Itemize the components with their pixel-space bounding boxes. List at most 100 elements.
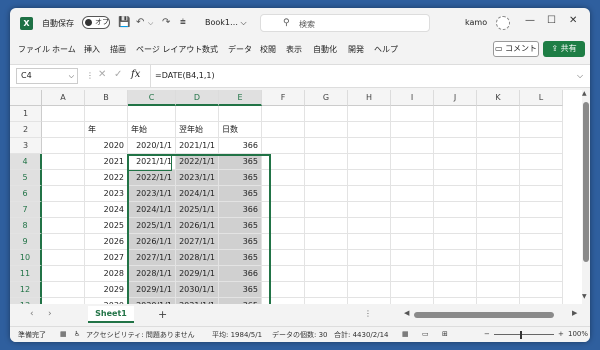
cell-j9[interactable]	[434, 234, 477, 250]
share-button[interactable]: ⇪ 共有	[543, 41, 585, 57]
cell-l9[interactable]	[520, 234, 563, 250]
row-header-2[interactable]: 2	[10, 122, 42, 138]
cell-i12[interactable]	[391, 282, 434, 298]
cell-h10[interactable]	[348, 250, 391, 266]
cell-j13[interactable]	[434, 298, 477, 304]
row-header-13[interactable]: 13	[10, 298, 42, 304]
cell-k11[interactable]	[477, 266, 520, 282]
cell-k12[interactable]	[477, 282, 520, 298]
cell-h2[interactable]	[348, 122, 391, 138]
horizontal-scroll-thumb[interactable]	[414, 312, 554, 318]
cell-d5[interactable]: 2023/1/1	[176, 170, 219, 186]
customize-qat-icon[interactable]: ⩧	[180, 17, 186, 28]
insert-function-icon[interactable]: fx	[131, 69, 140, 80]
row-header-3[interactable]: 3	[10, 138, 42, 154]
cell-i1[interactable]	[391, 106, 434, 122]
cell-h9[interactable]	[348, 234, 391, 250]
cell-j4[interactable]	[434, 154, 477, 170]
cell-e13[interactable]: 365	[219, 298, 262, 304]
tab-help[interactable]: ヘルプ	[374, 44, 398, 55]
name-box[interactable]: C4 ⌵	[16, 68, 78, 84]
cell-l2[interactable]	[520, 122, 563, 138]
cell-a9[interactable]	[42, 234, 85, 250]
cell-e12[interactable]: 365	[219, 282, 262, 298]
cell-d1[interactable]	[176, 106, 219, 122]
cell-g13[interactable]	[305, 298, 348, 304]
column-header-l[interactable]: L	[520, 90, 563, 106]
cell-e11[interactable]: 366	[219, 266, 262, 282]
zoom-out-icon[interactable]: −	[484, 330, 490, 338]
cell-i4[interactable]	[391, 154, 434, 170]
cell-i9[interactable]	[391, 234, 434, 250]
sheet-tab-sheet1[interactable]: Sheet1	[88, 306, 134, 323]
spreadsheet-grid[interactable]: A B C D E F G H I J K L 1 2 年年始 翌年始 日数 3 2020 2020/1/1 2021/…	[10, 90, 582, 304]
cell-e6[interactable]: 365	[219, 186, 262, 202]
cell-h8[interactable]	[348, 218, 391, 234]
cell-b5[interactable]: 2022	[85, 170, 128, 186]
cell-a6[interactable]	[42, 186, 85, 202]
cell-i7[interactable]	[391, 202, 434, 218]
cell-i5[interactable]	[391, 170, 434, 186]
cell-d7[interactable]: 2025/1/1	[176, 202, 219, 218]
cell-i3[interactable]	[391, 138, 434, 154]
cell-g3[interactable]	[305, 138, 348, 154]
undo-icon[interactable]: ↶	[136, 17, 144, 28]
cell-l4[interactable]	[520, 154, 563, 170]
macro-record-icon[interactable]: ▦	[60, 330, 67, 338]
cell-g6[interactable]	[305, 186, 348, 202]
zoom-in-icon[interactable]: +	[558, 330, 564, 338]
cell-h1[interactable]	[348, 106, 391, 122]
cell-h7[interactable]	[348, 202, 391, 218]
cell-f9[interactable]	[262, 234, 305, 250]
cell-d11[interactable]: 2029/1/1	[176, 266, 219, 282]
cell-f2[interactable]	[262, 122, 305, 138]
cell-e10[interactable]: 365	[219, 250, 262, 266]
cell-l8[interactable]	[520, 218, 563, 234]
row-header-11[interactable]: 11	[10, 266, 42, 282]
cell-f11[interactable]	[262, 266, 305, 282]
row-header-9[interactable]: 9	[10, 234, 42, 250]
cell-l13[interactable]	[520, 298, 563, 304]
cell-l6[interactable]	[520, 186, 563, 202]
cell-i10[interactable]	[391, 250, 434, 266]
cell-j11[interactable]	[434, 266, 477, 282]
cell-f4[interactable]	[262, 154, 305, 170]
cell-b7[interactable]: 2024	[85, 202, 128, 218]
tab-data[interactable]: データ	[228, 44, 252, 55]
zoom-level[interactable]: 100%	[568, 330, 588, 338]
cell-b2[interactable]: 年	[85, 122, 128, 138]
status-average[interactable]: 平均: 1984/5/1	[212, 330, 262, 340]
scroll-down-icon[interactable]: ▼	[582, 293, 587, 300]
cell-d8[interactable]: 2026/1/1	[176, 218, 219, 234]
cell-e9[interactable]: 365	[219, 234, 262, 250]
cell-a8[interactable]	[42, 218, 85, 234]
row-header-1[interactable]: 1	[10, 106, 42, 122]
cell-k3[interactable]	[477, 138, 520, 154]
cell-l1[interactable]	[520, 106, 563, 122]
cell-h5[interactable]	[348, 170, 391, 186]
cell-h12[interactable]	[348, 282, 391, 298]
cell-j3[interactable]	[434, 138, 477, 154]
column-header-d[interactable]: D	[176, 90, 219, 106]
cell-d9[interactable]: 2027/1/1	[176, 234, 219, 250]
cell-c3[interactable]: 2020/1/1	[128, 138, 176, 154]
cell-e2[interactable]: 日数	[219, 122, 262, 138]
chevron-down-icon[interactable]: ⌵	[69, 69, 74, 83]
cell-g8[interactable]	[305, 218, 348, 234]
cell-c10[interactable]: 2027/1/1	[128, 250, 176, 266]
cell-c12[interactable]: 2029/1/1	[128, 282, 176, 298]
cell-d2[interactable]: 翌年始	[176, 122, 219, 138]
cell-a13[interactable]	[42, 298, 85, 304]
cell-f3[interactable]	[262, 138, 305, 154]
cell-b3[interactable]: 2020	[85, 138, 128, 154]
vertical-scroll-thumb[interactable]	[583, 102, 589, 262]
cell-g7[interactable]	[305, 202, 348, 218]
cell-k10[interactable]	[477, 250, 520, 266]
cell-e5[interactable]: 365	[219, 170, 262, 186]
normal-view-icon[interactable]: ▦	[402, 330, 409, 338]
row-header-12[interactable]: 12	[10, 282, 42, 298]
cell-f6[interactable]	[262, 186, 305, 202]
column-header-i[interactable]: I	[391, 90, 434, 106]
cell-l5[interactable]	[520, 170, 563, 186]
cell-a5[interactable]	[42, 170, 85, 186]
